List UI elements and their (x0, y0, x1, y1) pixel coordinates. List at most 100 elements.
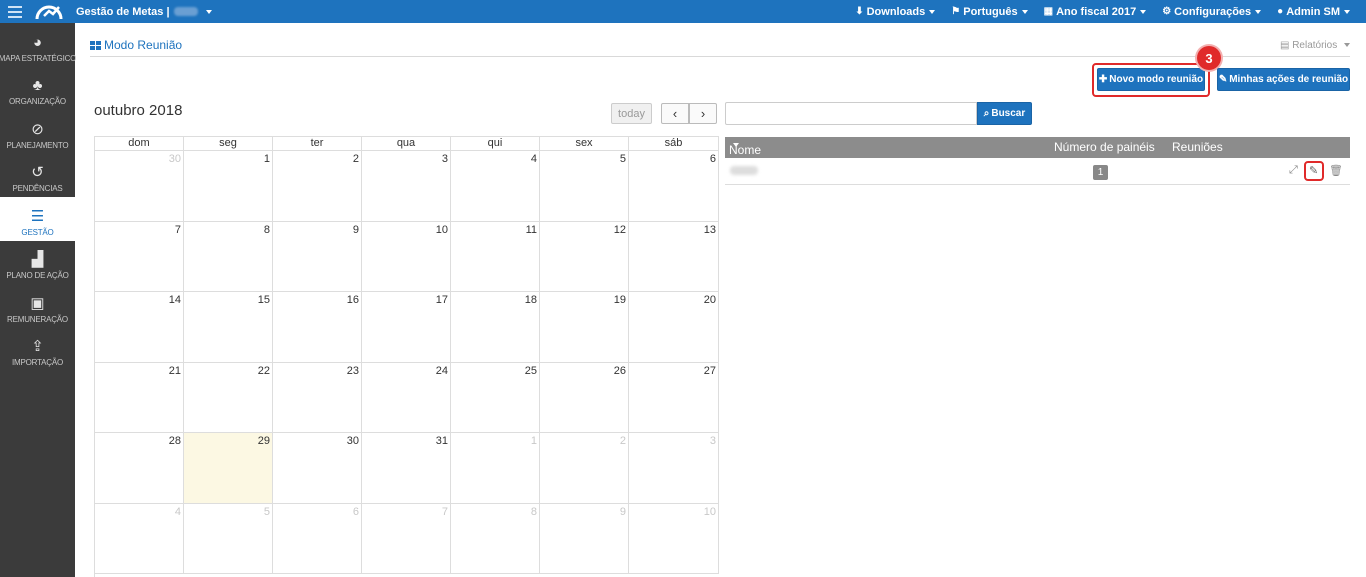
calendar-day[interactable]: 2 (540, 433, 629, 504)
sidebar-item-label: PENDÊNCIAS (12, 184, 63, 193)
calendar-day[interactable]: 18 (451, 292, 540, 363)
calendar-day[interactable]: 1 (184, 151, 273, 222)
sidebar-item-mapa-estrategico[interactable]: ◕ MAPA ESTRATÉGICO (0, 23, 76, 67)
weekday-header: sáb (629, 136, 719, 151)
chevron-down-icon (1255, 9, 1262, 14)
fiscal-year-label: Ano fiscal 2017 (1056, 5, 1137, 18)
search-button-label: Buscar (991, 108, 1026, 119)
calendar-day[interactable]: 16 (273, 292, 362, 363)
calendar-day[interactable]: 22 (184, 362, 273, 433)
report-icon: ▤ (1279, 40, 1290, 51)
calendar-day[interactable]: 14 (95, 292, 184, 363)
calendar-day[interactable]: 13 (629, 221, 719, 292)
calendar-day[interactable]: 30 (273, 433, 362, 504)
plus-icon: ✚ (1098, 74, 1108, 85)
calendar-day[interactable]: 2 (273, 151, 362, 222)
gauge-logo-icon (35, 5, 63, 19)
sidebar-item-label: PLANO DE AÇÃO (6, 271, 69, 280)
table-header: Nome Número de painéis Reuniões (725, 137, 1350, 158)
pencil-icon[interactable]: ✎ (1309, 164, 1318, 177)
expand-icon[interactable]: ⤢ (1289, 164, 1298, 177)
calendar-day[interactable]: 17 (362, 292, 451, 363)
calendar-day[interactable]: 10 (362, 221, 451, 292)
sidebar-item-gestao[interactable]: ☰ GESTÃO (0, 197, 75, 241)
today-button[interactable]: today (611, 103, 652, 124)
my-meeting-actions-button[interactable]: ✎ Minhas ações de reunião (1217, 68, 1350, 91)
calendar-day[interactable]: 7 (362, 503, 451, 574)
row-name-redacted (730, 166, 758, 175)
app-title-dropdown[interactable]: Gestão de Metas | (76, 6, 212, 18)
sidebar-item-pendencias[interactable]: ↺ PENDÊNCIAS (0, 154, 75, 198)
sidebar-item-plano-de-acao[interactable]: ▟ PLANO DE AÇÃO (0, 241, 75, 285)
sidebar-item-remuneracao[interactable]: ▣ REMUNERAÇÃO (0, 284, 75, 328)
calendar-day[interactable]: 20 (629, 292, 719, 363)
calendar-day[interactable]: 21 (95, 362, 184, 433)
chevron-down-icon (1140, 9, 1147, 14)
calendar-day[interactable]: 24 (362, 362, 451, 433)
chevron-left-icon: ‹ (672, 106, 678, 121)
history-icon: ↺ (31, 164, 44, 181)
fiscal-year-menu[interactable]: ▦ Ano fiscal 2017 (1044, 6, 1147, 18)
calendar-day[interactable]: 31 (362, 433, 451, 504)
calendar-day[interactable]: 12 (540, 221, 629, 292)
sidebar-item-organizacao[interactable]: ♣ ORGANIZAÇÃO (0, 67, 75, 111)
calendar-day[interactable]: 26 (540, 362, 629, 433)
new-meeting-mode-label: Novo modo reunião (1109, 74, 1204, 85)
calendar-day[interactable]: 23 (273, 362, 362, 433)
top-navbar: Gestão de Metas | ⬇ Downloads ⚑ Portuguê… (0, 0, 1366, 23)
calendar-day[interactable]: 4 (95, 503, 184, 574)
sidebar-item-label: PLANEJAMENTO (6, 140, 69, 150)
calendar-day[interactable]: 11 (451, 221, 540, 292)
edit-icon: ✎ (1218, 74, 1228, 85)
chevron-right-icon: › (700, 106, 706, 121)
org-chart-icon: ♣ (32, 77, 43, 94)
calendar-day[interactable]: 10 (629, 503, 719, 574)
calendar-day[interactable]: 1 (451, 433, 540, 504)
chevron-down-icon (205, 9, 212, 14)
calendar-day[interactable]: 30 (95, 151, 184, 222)
sidebar-item-planejamento[interactable]: ⊘ PLANEJAMENTO (0, 110, 75, 154)
search-button[interactable]: ⌕ Buscar (977, 102, 1032, 125)
user-menu[interactable]: ● Admin SM (1277, 6, 1350, 18)
prev-month-button[interactable]: ‹ (661, 103, 689, 124)
downloads-menu[interactable]: ⬇ Downloads (855, 6, 936, 18)
reports-dropdown[interactable]: ▤ Relatórios (1280, 40, 1350, 51)
calendar-day[interactable]: 5 (540, 151, 629, 222)
calendar-weekday-header: dom seg ter qua qui sex sáb (95, 136, 719, 151)
sidebar-item-importacao[interactable]: ⇪ IMPORTAÇÃO (0, 328, 75, 372)
panels-count-badge: 1 (1093, 165, 1108, 180)
page-header: Modo Reunião ▤ Relatórios (90, 37, 1350, 57)
bar-chart-icon: ▟ (31, 251, 44, 268)
calendar-day[interactable]: 9 (273, 221, 362, 292)
reports-label: Relatórios (1292, 40, 1338, 51)
next-month-button[interactable]: › (689, 103, 717, 124)
calendar-day[interactable]: 4 (451, 151, 540, 222)
calendar-day[interactable]: 6 (629, 151, 719, 222)
weekday-header: qua (362, 136, 451, 151)
chevron-down-icon (1344, 9, 1350, 14)
calendar-day[interactable]: 7 (95, 221, 184, 292)
trash-icon[interactable]: 🗑 (1329, 164, 1343, 177)
calendar-day[interactable]: 9 (540, 503, 629, 574)
calendar-day-today[interactable]: 29 (184, 433, 273, 504)
calendar-day[interactable]: 3 (629, 433, 719, 504)
new-meeting-mode-button[interactable]: ✚ Novo modo reunião (1097, 68, 1205, 91)
column-header-meetings: Reuniões (1172, 140, 1223, 154)
search-input[interactable] (725, 102, 977, 125)
app-logo[interactable] (34, 0, 64, 23)
calendar-icon: ▦ (1043, 6, 1054, 17)
calendar-day[interactable]: 19 (540, 292, 629, 363)
table-row[interactable]: 1 ⤢ ✎ 🗑 (725, 158, 1350, 185)
calendar-day[interactable]: 8 (184, 221, 273, 292)
calendar-day[interactable]: 8 (451, 503, 540, 574)
settings-menu[interactable]: ⚙ Configurações (1162, 6, 1262, 18)
calendar-day[interactable]: 25 (451, 362, 540, 433)
language-menu[interactable]: ⚑ Português (951, 6, 1028, 18)
calendar-day[interactable]: 5 (184, 503, 273, 574)
calendar-day[interactable]: 27 (629, 362, 719, 433)
calendar-day[interactable]: 6 (273, 503, 362, 574)
calendar-day[interactable]: 3 (362, 151, 451, 222)
calendar-day[interactable]: 28 (95, 433, 184, 504)
hamburger-menu-icon[interactable] (4, 0, 26, 23)
calendar-day[interactable]: 15 (184, 292, 273, 363)
